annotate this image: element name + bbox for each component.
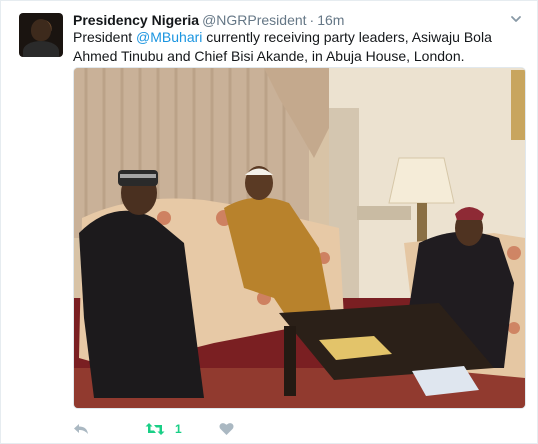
tweet-header: Presidency Nigeria @NGRPresident · 16m xyxy=(73,11,497,29)
reply-button[interactable] xyxy=(73,419,89,439)
picture-frame xyxy=(511,70,525,140)
retweet-icon xyxy=(145,423,165,435)
timestamp[interactable]: 16m xyxy=(317,12,344,28)
tweet-text-start: President xyxy=(73,29,137,45)
coffee-table-leg xyxy=(284,326,296,396)
lamp-shade xyxy=(388,157,455,204)
user-handle[interactable]: @NGRPresident xyxy=(202,12,306,28)
retweet-count: 1 xyxy=(175,422,182,436)
retweet-button[interactable]: 1 xyxy=(145,419,182,439)
reply-icon xyxy=(74,424,88,434)
heart-icon xyxy=(219,423,234,435)
tweet-photo[interactable] xyxy=(73,67,526,409)
lamp-stand xyxy=(417,203,427,243)
avatar-face xyxy=(31,19,51,41)
person-left-cap-band xyxy=(120,174,156,178)
wall-vent xyxy=(357,206,411,220)
tweet-actions: 1 xyxy=(73,419,373,439)
like-button[interactable] xyxy=(219,419,234,439)
photo-scene xyxy=(74,68,525,408)
chevron-down-glyph xyxy=(511,16,521,22)
tweet-text: President @MBuhari currently receiving p… xyxy=(73,28,513,66)
display-name[interactable]: Presidency Nigeria xyxy=(73,12,199,28)
avatar[interactable] xyxy=(19,13,63,57)
avatar-shoulders xyxy=(23,41,59,57)
tweet-card[interactable]: Presidency Nigeria @NGRPresident · 16m Pres… xyxy=(0,0,538,444)
mention-link[interactable]: @MBuhari xyxy=(136,29,202,45)
chevron-down-icon[interactable] xyxy=(509,13,523,27)
separator-dot: · xyxy=(309,12,315,28)
